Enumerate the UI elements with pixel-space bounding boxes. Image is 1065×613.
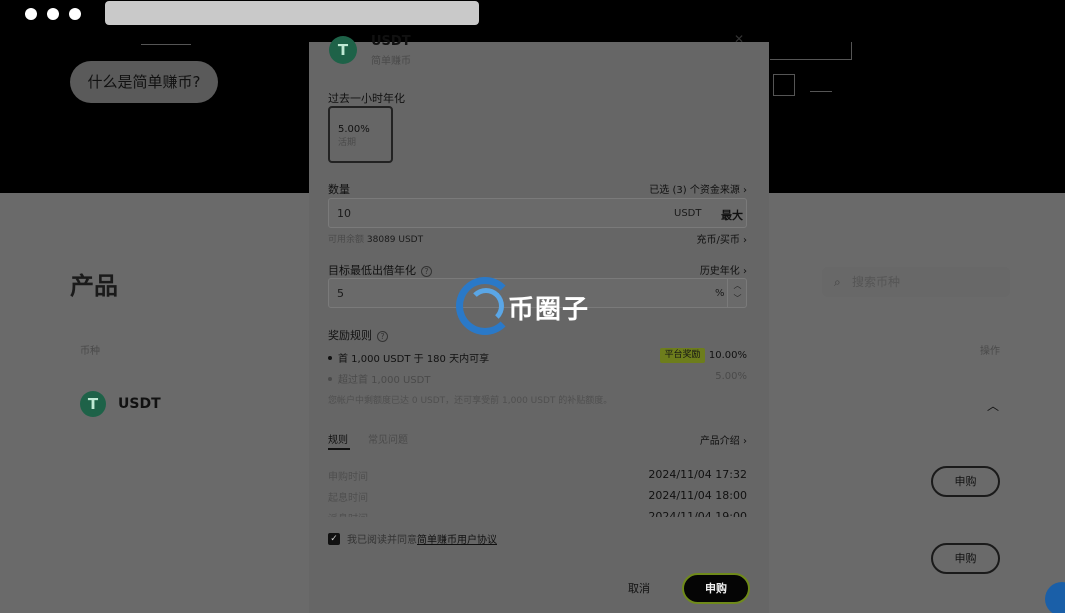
schedule-value: 2024/11/04 18:00 — [648, 489, 747, 502]
column-header-action: 操作 — [980, 346, 1000, 357]
coin-name: USDT — [118, 396, 161, 412]
bullet-icon — [328, 355, 332, 360]
reward-rules-label: 奖励规则? — [328, 327, 388, 343]
tier-1-rate: 10.00% — [708, 350, 747, 361]
buy-deposit-link[interactable]: 充币/买币 › — [669, 231, 747, 246]
search-icon: ⌕ — [834, 275, 841, 289]
close-icon[interactable]: ✕ — [734, 32, 744, 46]
subscribe-button[interactable]: 申购 — [931, 543, 1000, 574]
schedule-label: 申购时间 — [328, 472, 368, 483]
reward-note: 您帐户中剩额度已达 0 USDT，还可享受前 1,000 USDT 的补贴额度。 — [328, 396, 613, 406]
search-input[interactable]: ⌕ 搜索币种 — [822, 267, 1010, 297]
max-button[interactable]: 最大 — [721, 207, 743, 223]
available-value: 38089 USDT — [366, 235, 424, 245]
subscribe-button[interactable]: 申购 — [931, 466, 1000, 497]
chevron-up-icon[interactable]: ︿ — [987, 397, 999, 414]
reward-rules-label-text: 奖励规则 — [328, 329, 372, 342]
available-label: 可用余额 — [328, 235, 365, 245]
decorative-line — [770, 42, 852, 60]
section-title: 产品 — [70, 272, 118, 300]
history-rate-link[interactable]: 历史年化 › — [669, 262, 747, 277]
table-row[interactable]: T USDT — [80, 391, 161, 417]
search-placeholder: 搜索币种 — [852, 275, 901, 289]
window-dot-icon[interactable] — [47, 8, 59, 20]
modal-coin-name: USDT — [371, 34, 411, 49]
tab-faq[interactable]: 常见问题 — [368, 431, 408, 446]
stepper-up-icon[interactable]: ︿ — [728, 279, 747, 292]
amount-label: 数量 — [328, 183, 350, 196]
apy-value: 5.00% — [338, 124, 370, 135]
schedule-label: 起息时间 — [328, 493, 368, 504]
platform-reward-badge: 平台奖励 — [660, 348, 705, 363]
agreement-row: ✓ 我已阅读并同意简单赚币用户协议 — [328, 531, 497, 546]
schedule-value: 2024/11/04 19:00 — [648, 510, 747, 517]
tier-2-rate: 5.00% — [715, 371, 747, 382]
address-bar[interactable] — [105, 1, 479, 25]
apy-term: 活期 — [338, 138, 357, 148]
apy-label: 过去一小时年化 — [328, 92, 405, 105]
decorative-square — [773, 74, 795, 96]
reward-tier-1: 首 1,000 USDT 于 180 天内可享 — [328, 350, 489, 365]
stepper-down-icon[interactable]: ﹀ — [728, 292, 747, 305]
funding-sources-link[interactable]: 已选 (3) 个资金来源 › — [639, 181, 747, 196]
target-rate-label: 目标最低出借年化? — [328, 262, 432, 278]
user-agreement-link[interactable]: 简单赚币用户协议 — [417, 535, 497, 546]
schedule-label: 派息时间 — [328, 510, 368, 517]
amount-value: 10 — [337, 207, 351, 220]
header-underline — [141, 44, 191, 45]
window-dot-icon[interactable] — [69, 8, 81, 20]
apy-option-card[interactable]: 5.00% 活期 — [328, 106, 393, 163]
reward-tier-2: 超过首 1,000 USDT — [328, 371, 430, 386]
schedule-value: 2024/11/04 17:32 — [648, 468, 747, 481]
agree-checkbox[interactable]: ✓ — [328, 532, 340, 545]
tier-2-text: 超过首 1,000 USDT — [338, 375, 431, 386]
tether-icon: T — [80, 391, 106, 417]
bullet-icon — [328, 376, 332, 381]
product-intro-link[interactable]: 产品介绍 › — [669, 432, 747, 447]
cancel-button[interactable]: 取消 — [605, 574, 673, 604]
window-dot-icon[interactable] — [25, 8, 37, 20]
tier-1-text: 首 1,000 USDT 于 180 天内可享 — [338, 354, 490, 365]
schedule-row: 申购时间 2024/11/04 17:32 — [328, 468, 747, 483]
tether-icon: T — [329, 36, 357, 64]
tab-rules[interactable]: 规则 — [328, 431, 348, 446]
rate-stepper[interactable]: ︿ ﹀ — [727, 279, 747, 307]
column-header-currency: 币种 — [80, 346, 100, 357]
schedule-row: 起息时间 2024/11/04 18:00 — [328, 489, 747, 504]
watermark: 币圈子 — [456, 277, 611, 335]
watermark-logo-inner — [468, 288, 504, 324]
window-controls — [25, 8, 81, 20]
info-icon[interactable]: ? — [421, 265, 432, 277]
watermark-text: 币圈子 — [508, 295, 590, 325]
info-icon[interactable]: ? — [377, 330, 388, 342]
decorative-line — [810, 60, 832, 92]
modal-coin-subtitle: 简单赚币 — [371, 56, 411, 67]
what-is-simple-earn-button[interactable]: 什么是简单赚币? — [70, 61, 218, 103]
amount-input[interactable]: 10 USDT 最大 — [328, 198, 747, 228]
target-rate-value: 5 — [337, 287, 344, 300]
subscribe-submit-button[interactable]: 申购 — [682, 573, 750, 604]
agree-text: 我已阅读并同意 — [347, 535, 417, 546]
active-tab-indicator — [328, 448, 350, 450]
available-balance: 可用余额 38089 USDT — [328, 232, 423, 245]
amount-unit: USDT — [674, 208, 702, 219]
target-rate-label-text: 目标最低出借年化 — [328, 264, 416, 277]
percent-unit: % — [715, 288, 725, 299]
schedule-row: 派息时间 2024/11/04 19:00 — [328, 510, 747, 517]
